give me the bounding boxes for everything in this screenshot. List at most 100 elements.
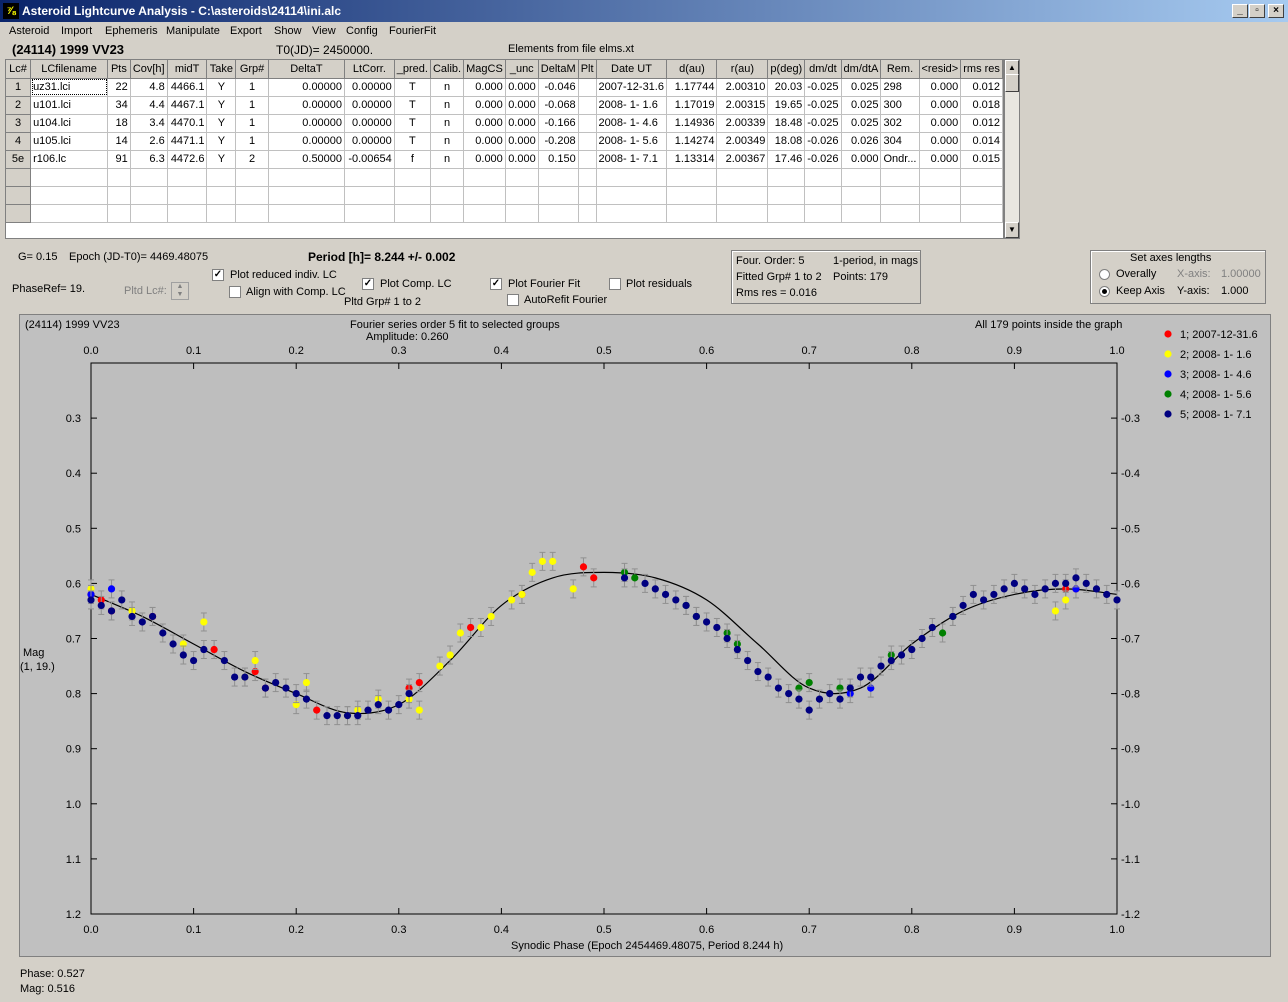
data-point [620,574,629,582]
x-tick-label: 0.3 [391,924,406,936]
data-point [969,590,977,599]
x-tick-label-top: 0.7 [802,345,817,357]
x-tick-label-top: 0.1 [186,345,201,357]
plot-area [90,362,1118,915]
data-point [518,590,526,599]
data-point [487,612,495,621]
x-tick-label-top: 0.6 [699,345,714,357]
data-point [1051,607,1060,615]
y-tick-label: 1.0 [66,799,81,811]
legend-marker [1164,350,1172,358]
data-point [477,623,485,632]
data-point [159,629,167,637]
data-point [384,706,393,714]
legend-label: 2; 2008- 1- 1.6 [1180,349,1252,361]
data-point [682,601,690,610]
data-point [190,656,198,665]
status-mag: Mag: 0.516 [20,983,76,995]
data-point [179,651,187,659]
data-point [272,678,280,687]
data-point [877,662,885,670]
data-point [795,695,803,703]
data-point [815,695,824,703]
y-tick-label: 0.3 [66,413,81,425]
y-tick-label-right: -1.0 [1121,799,1140,811]
y-tick-label-right: -0.8 [1121,689,1140,701]
data-point [210,645,218,654]
data-point [107,585,116,593]
data-point [733,645,741,654]
data-point [723,634,731,643]
data-point [374,701,382,709]
x-tick-label: 0.2 [289,924,304,936]
x-tick-label: 0.5 [596,924,611,936]
data-point [118,596,126,604]
x-tick-label-top: 0.4 [494,345,509,357]
lightcurve-chart[interactable]: 0.0 0.0 0.1 0.1 0.2 0.2 0.3 0.3 0.4 0.4 0.5 0.5 0.6 0… [0,0,1288,1002]
data-point [343,712,352,720]
data-point [661,590,670,599]
data-point [231,673,239,681]
data-point [405,690,413,698]
data-point [805,678,813,687]
data-point [1021,585,1029,593]
legend-marker [1164,390,1172,398]
data-point [1062,596,1070,604]
x-tick-label: 0.1 [186,924,201,936]
data-point [867,673,875,681]
data-point [200,618,208,626]
legend-label: 3; 2008- 1- 4.6 [1180,369,1252,381]
data-point [785,690,793,698]
data-point [641,579,649,588]
data-point [1113,596,1121,604]
y-tick-label-right: -1.1 [1121,854,1140,866]
x-tick-label: 0.0 [83,924,98,936]
data-point [220,656,228,665]
data-point [959,601,967,610]
data-point [764,673,772,681]
y-tick-label-right: -0.7 [1121,634,1140,646]
x-tick-label: 1.0 [1109,924,1124,936]
data-point [292,690,300,698]
legend-marker [1164,370,1172,378]
data-point [107,607,116,615]
y-tick-label-right: -0.9 [1121,744,1140,756]
data-point [1000,585,1008,593]
data-point [846,684,854,692]
data-point [282,684,290,692]
data-point [949,612,957,621]
data-point [415,706,423,714]
y-tick-label-right: -1.2 [1121,909,1140,921]
data-point [928,623,936,632]
data-point [826,690,834,698]
data-point [148,612,157,621]
x-tick-label: 0.4 [494,924,509,936]
data-point [579,563,588,571]
data-point [672,596,680,604]
data-point [713,623,721,632]
data-point [692,612,700,621]
y-tick-label-right: -0.5 [1121,523,1140,535]
x-tick-label-top: 0.8 [904,345,919,357]
legend-label: 1; 2007-12-31.6 [1180,329,1258,341]
data-point [456,629,464,637]
data-point [436,662,444,670]
y-tick-label: 0.6 [66,578,81,590]
data-point [805,706,813,714]
data-point [590,574,598,582]
legend-marker [1164,410,1172,418]
data-point [128,612,136,621]
data-point [569,585,577,593]
x-tick-label-top: 0.3 [391,345,406,357]
data-point [97,601,105,610]
data-point [354,712,362,720]
y-tick-label: 0.5 [66,523,81,535]
data-point [897,651,906,659]
data-point [990,590,998,599]
x-tick-label: 0.9 [1007,924,1022,936]
data-point [549,557,557,565]
y-tick-label: 0.8 [66,689,81,701]
data-point [744,656,752,665]
data-point [200,645,208,654]
data-point [241,673,249,681]
